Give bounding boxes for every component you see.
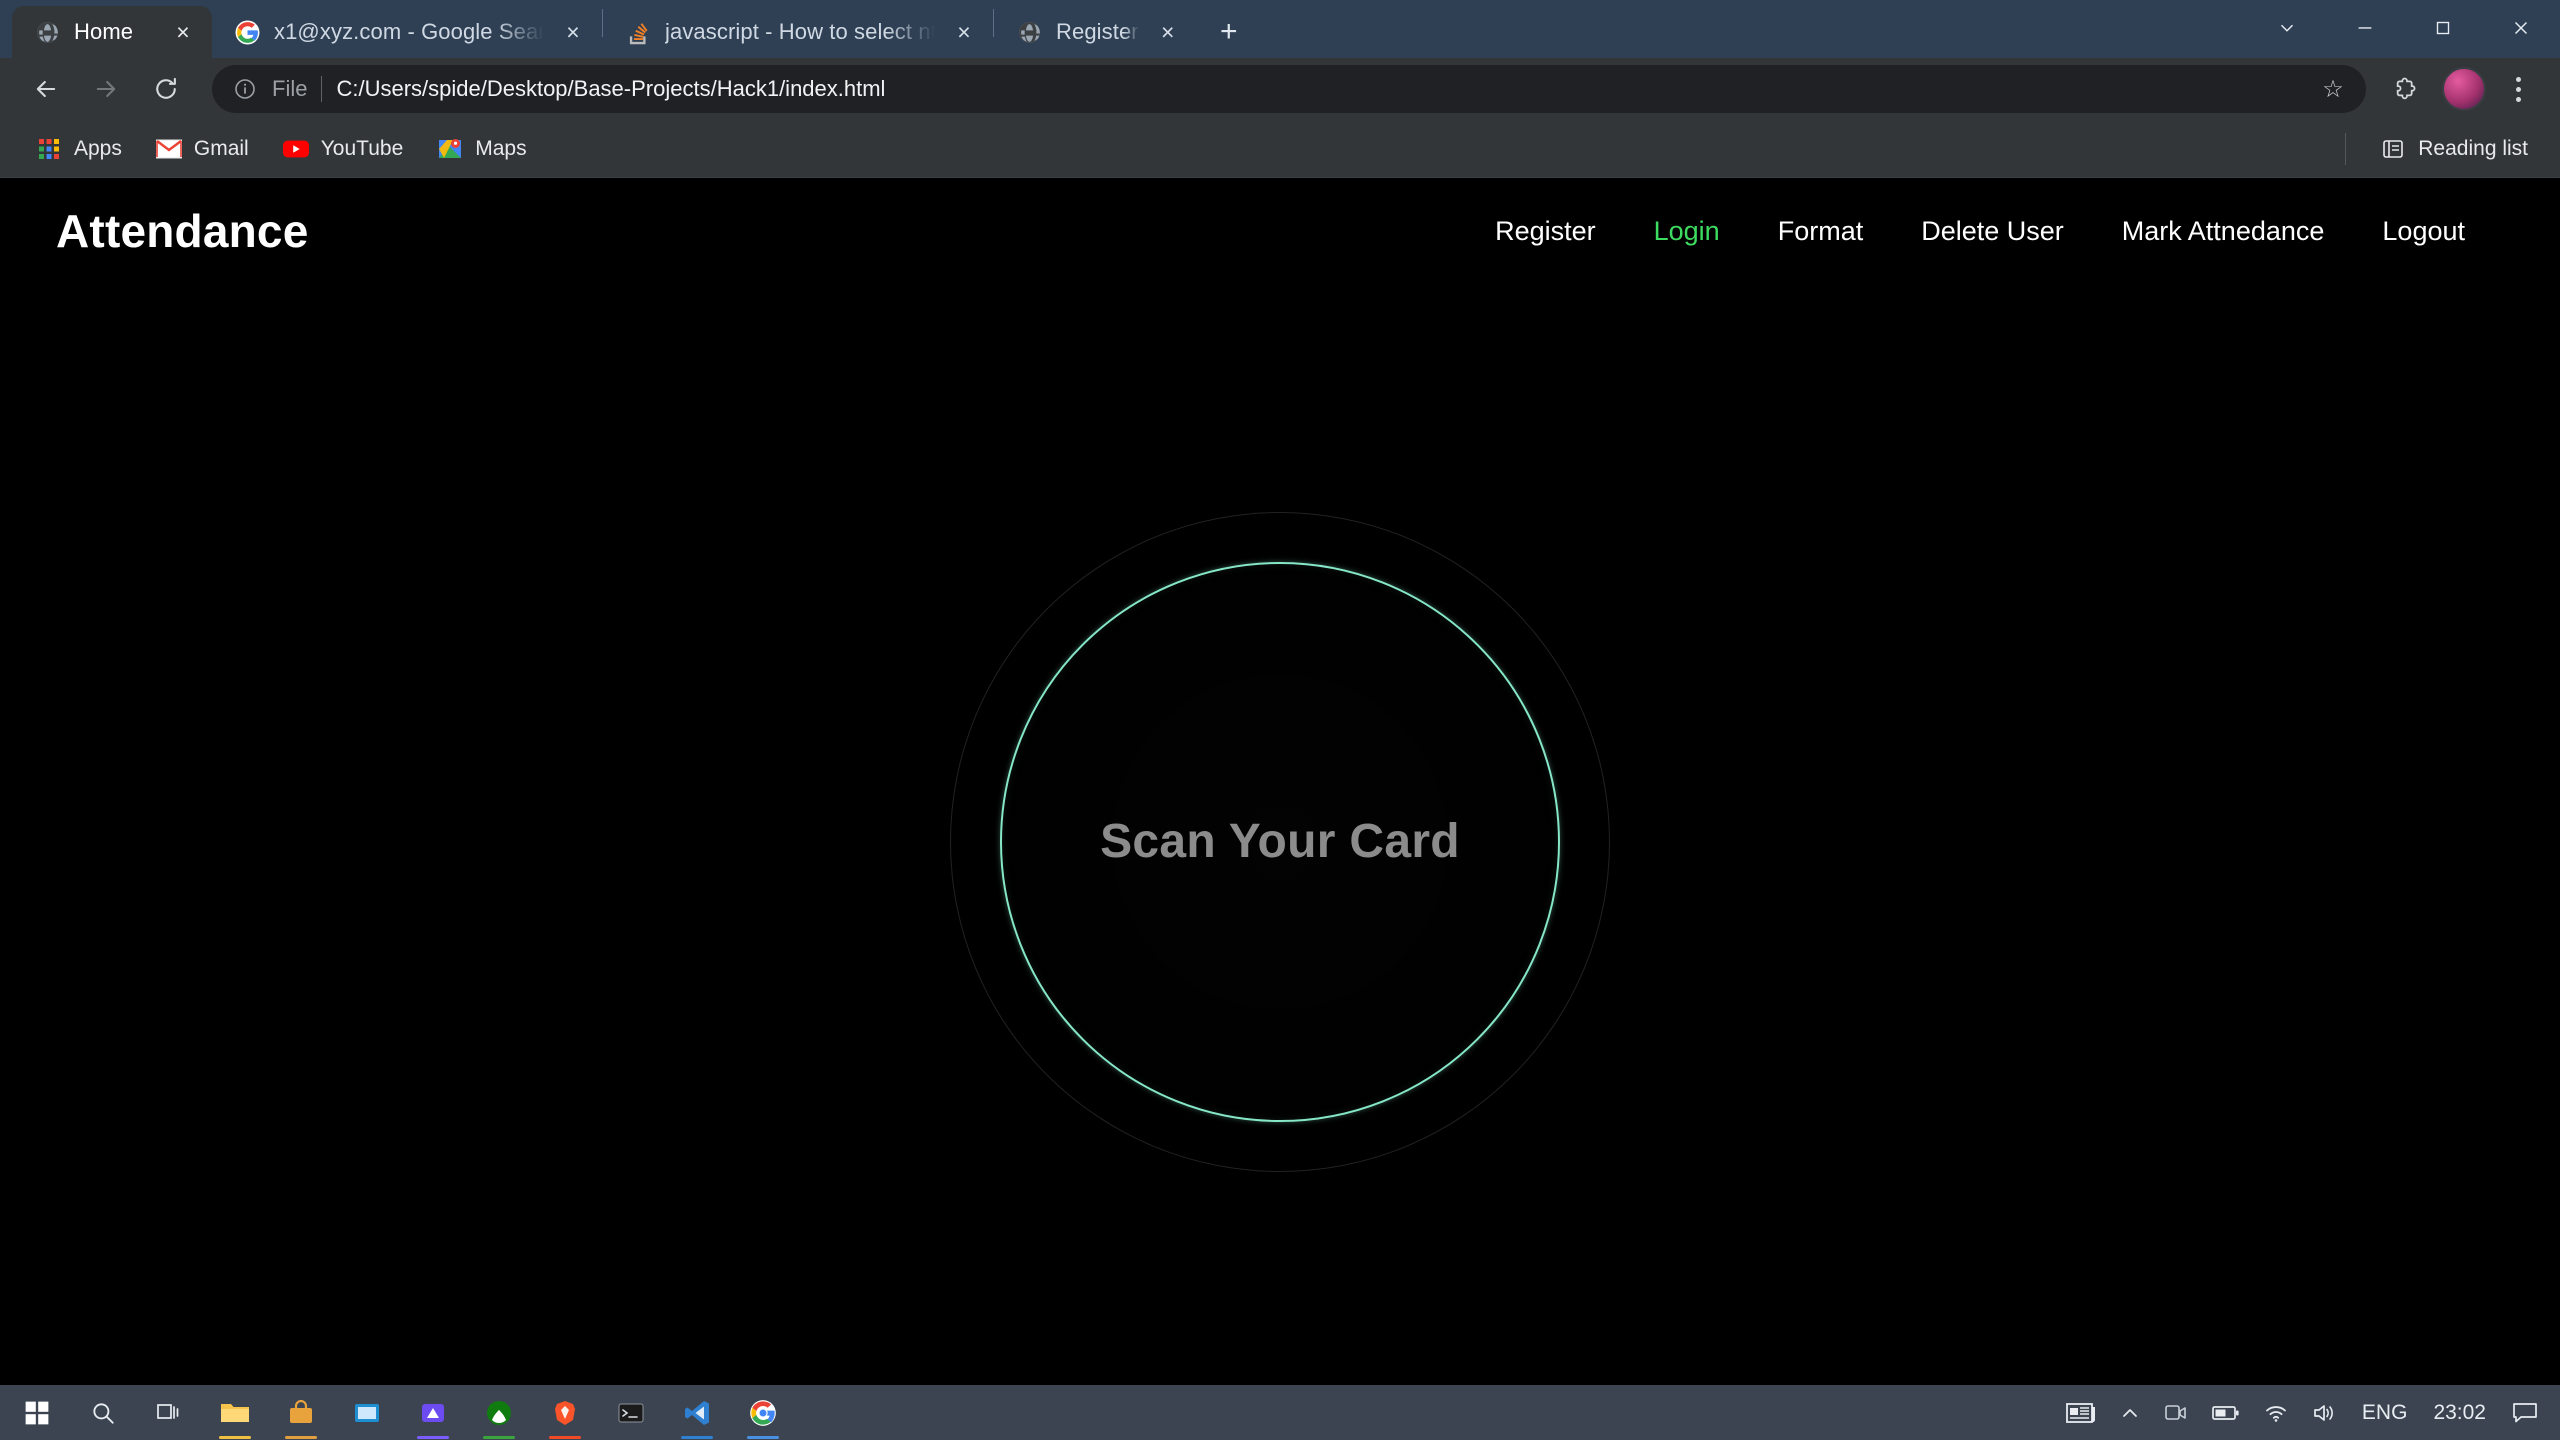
avatar[interactable] [2442, 67, 2486, 111]
brave-icon[interactable] [534, 1385, 596, 1440]
stackoverflow-icon [625, 19, 651, 45]
tab-search-icon[interactable] [2248, 0, 2326, 56]
nav-item-logout[interactable]: Logout [2353, 206, 2494, 257]
file-explorer-icon[interactable] [204, 1385, 266, 1440]
tab-title: x1@xyz.com - Google Search [274, 19, 544, 44]
reading-list-icon [2380, 136, 2406, 162]
reading-list-button[interactable]: Reading list [2366, 130, 2542, 168]
nav-item-delete-user[interactable]: Delete User [1892, 206, 2093, 257]
windows-start-icon[interactable] [6, 1385, 68, 1440]
browser-tab-register[interactable]: Register × [994, 6, 1197, 58]
page-title: Attendance [56, 205, 309, 257]
scanner-stage: Scan Your Card [0, 284, 2560, 1385]
search-icon[interactable] [72, 1385, 134, 1440]
window-close-button[interactable] [2482, 0, 2560, 56]
window-maximize-button[interactable] [2404, 0, 2482, 56]
store-icon[interactable] [270, 1385, 332, 1440]
nav-item-format[interactable]: Format [1749, 206, 1893, 257]
forward-button[interactable] [78, 61, 134, 117]
scan-instruction-text: Scan Your Card [1100, 815, 1460, 868]
chrome-icon[interactable] [732, 1385, 794, 1440]
app-running-indicator [219, 1436, 251, 1439]
vscode-icon[interactable] [666, 1385, 728, 1440]
browser-tab-home[interactable]: Home × [12, 6, 212, 58]
google-icon [234, 19, 260, 45]
app-running-indicator [747, 1436, 779, 1439]
bookmarks-bar: Apps Gmail YouTube Maps Reading list [0, 120, 2560, 178]
taskbar-clock[interactable]: 23:02 [2419, 1385, 2500, 1440]
reading-list-label: Reading list [2418, 136, 2528, 160]
globe-icon [34, 19, 60, 45]
tab-close-icon[interactable]: × [1153, 17, 1183, 47]
card-scanner[interactable]: Scan Your Card [950, 511, 1610, 1172]
notification-icon[interactable] [2500, 1385, 2550, 1440]
terminal-icon[interactable] [600, 1385, 662, 1440]
tab-title: Home [74, 19, 134, 44]
nav-item-register[interactable]: Register [1466, 206, 1625, 257]
bookmark-label: Gmail [193, 136, 249, 160]
wifi-icon[interactable] [2252, 1385, 2300, 1440]
bookmark-label: YouTube [320, 136, 404, 160]
globe-icon [1016, 19, 1042, 45]
browser-window: Home × x1@xyz.com - Google Search × java… [0, 0, 2560, 1385]
address-bar[interactable]: File C:/Users/spide/Desktop/Base-Project… [212, 65, 2366, 113]
bookmark-gmail[interactable]: Gmail [142, 130, 263, 168]
windows-taskbar: ENG 23:02 [0, 1385, 2560, 1440]
tab-title: Register [1056, 19, 1139, 44]
task-view-icon[interactable] [138, 1385, 200, 1440]
window-controls [2248, 0, 2560, 56]
bookmark-youtube[interactable]: YouTube [269, 130, 418, 168]
new-tab-button[interactable]: + [1207, 10, 1251, 54]
omnibox-divider [321, 76, 323, 102]
nav-item-mark-attendance[interactable]: Mark Attnedance [2093, 206, 2354, 257]
xbox-icon[interactable] [468, 1385, 530, 1440]
app-purple-icon[interactable] [402, 1385, 464, 1440]
url-text[interactable]: C:/Users/spide/Desktop/Base-Projects/Hac… [336, 76, 2304, 102]
apps-grid-icon [36, 136, 62, 162]
reload-button[interactable] [138, 61, 194, 117]
app-running-indicator [549, 1436, 581, 1439]
browser-tab-stackoverflow[interactable]: javascript - How to select nth iten × [603, 6, 993, 58]
tab-title: javascript - How to select nth iten [665, 19, 935, 44]
tab-close-icon[interactable]: × [558, 17, 588, 47]
app-running-indicator [681, 1436, 713, 1439]
news-widget-icon[interactable] [2054, 1385, 2108, 1440]
tab-strip: Home × x1@xyz.com - Google Search × java… [0, 0, 2560, 58]
kebab-menu-icon[interactable] [2496, 64, 2540, 114]
window-minimize-button[interactable] [2326, 0, 2404, 56]
bookmark-label: Apps [74, 136, 122, 160]
tab-close-icon[interactable]: × [949, 17, 979, 47]
bookmark-star-icon[interactable]: ☆ [2318, 75, 2348, 104]
browser-toolbar: File C:/Users/spide/Desktop/Base-Project… [0, 58, 2560, 120]
page-viewport: Attendance Register Login Format Delete … [0, 178, 2560, 1385]
site-info-icon[interactable] [232, 76, 258, 102]
taskbar-apps [6, 1385, 794, 1440]
puzzle-icon[interactable] [2382, 64, 2432, 114]
site-nav: Register Login Format Delete User Mark A… [1466, 206, 2494, 257]
app-running-indicator [285, 1436, 317, 1439]
maps-icon [437, 136, 463, 162]
tray-overflow-icon[interactable] [2108, 1385, 2152, 1440]
site-header: Attendance Register Login Format Delete … [0, 178, 2560, 284]
youtube-icon [282, 136, 309, 162]
battery-icon[interactable] [2200, 1385, 2252, 1440]
app-blue-icon[interactable] [336, 1385, 398, 1440]
tab-close-icon[interactable]: × [168, 17, 198, 47]
bookmark-label: Maps [475, 136, 527, 160]
app-running-indicator [483, 1436, 515, 1439]
language-indicator[interactable]: ENG [2350, 1385, 2420, 1440]
nav-item-login[interactable]: Login [1625, 206, 1749, 257]
volume-icon[interactable] [2300, 1385, 2350, 1440]
back-button[interactable] [18, 61, 74, 117]
url-scheme-label: File [272, 76, 308, 101]
bookmark-apps[interactable]: Apps [22, 130, 136, 168]
bookmark-maps[interactable]: Maps [423, 130, 540, 168]
bookmarks-separator [2345, 132, 2347, 165]
system-tray: ENG 23:02 [2054, 1385, 2560, 1440]
gmail-icon [155, 136, 182, 162]
camera-icon[interactable] [2152, 1385, 2200, 1440]
app-running-indicator [417, 1436, 449, 1439]
browser-tab-google-search[interactable]: x1@xyz.com - Google Search × [212, 6, 602, 58]
